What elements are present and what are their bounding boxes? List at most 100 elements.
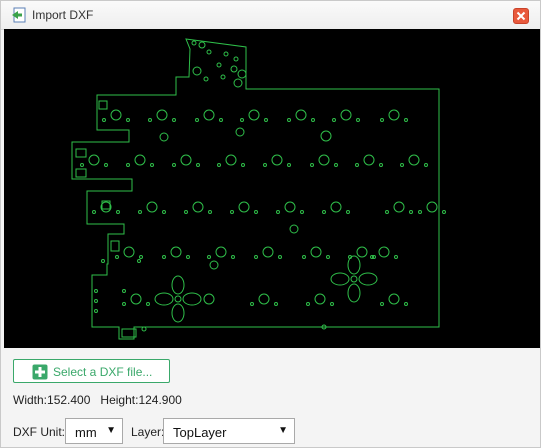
close-button[interactable] (513, 8, 529, 24)
dxf-hole (424, 163, 428, 167)
height-label: Height: (100, 393, 139, 407)
dxf-hole (203, 109, 215, 121)
dxf-hole (350, 275, 358, 283)
dxf-hole (388, 293, 400, 305)
dxf-hole (215, 246, 227, 258)
dxf-hole (146, 201, 158, 213)
dxf-hole (174, 295, 182, 303)
dxf-hole (248, 109, 260, 121)
dxf-hole (203, 293, 215, 305)
dxf-hole (150, 163, 154, 167)
close-icon (516, 11, 526, 21)
dxf-hole (393, 201, 405, 213)
dxf-hole (340, 109, 352, 121)
dxf-hole (263, 163, 267, 167)
dxf-hole (80, 163, 84, 167)
dxf-hole (418, 210, 422, 214)
dxf-hole (134, 154, 146, 166)
dxf-hole (231, 255, 235, 259)
dxf-unit-label: DXF Unit: (13, 425, 66, 439)
dxf-hole (219, 118, 223, 122)
dxf-hole (88, 154, 100, 166)
dxf-hole (162, 210, 166, 214)
dxf-hole (237, 69, 247, 79)
dxf-hole (137, 259, 141, 263)
dxf-hole (101, 259, 105, 263)
dxf-hole (122, 289, 126, 293)
dxf-preview-canvas (4, 29, 540, 348)
dxf-hole (278, 255, 282, 259)
dxf-hole (258, 293, 270, 305)
dxf-hole (356, 246, 368, 258)
dxf-hole (264, 118, 268, 122)
dxf-hole (203, 76, 209, 82)
dxf-hole (123, 246, 135, 258)
dxf-hole (192, 66, 202, 76)
select-dxf-file-button[interactable]: Select a DXF file... (13, 359, 170, 383)
dxf-hole (159, 132, 169, 142)
dxf-hole (162, 255, 166, 259)
dxf-unit-select[interactable]: mm ▼ (65, 418, 123, 444)
dxf-hole (139, 255, 143, 259)
dxf-hole (180, 154, 192, 166)
dxf-hole (233, 56, 239, 62)
dxf-hole (284, 201, 296, 213)
dxf-hole (196, 163, 200, 167)
dxf-hole (156, 109, 168, 121)
dxf-hole (326, 255, 330, 259)
dxf-hole (394, 255, 398, 259)
dxf-hole (102, 118, 106, 122)
dxf-hole (94, 299, 98, 303)
dxf-hole (240, 118, 244, 122)
dxf-hole (318, 154, 330, 166)
layer-select[interactable]: TopLayer ▼ (163, 418, 295, 444)
dxf-hole (116, 210, 120, 214)
dxf-hole (379, 163, 383, 167)
dxf-hole (104, 163, 108, 167)
dxf-hole (311, 118, 315, 122)
dxf-hole (409, 210, 413, 214)
dxf-hole (141, 326, 147, 332)
dxf-hole (262, 246, 274, 258)
board-outline (71, 38, 440, 340)
dxf-hole (223, 51, 229, 57)
dxf-hole (385, 210, 389, 214)
dxf-hole (184, 210, 188, 214)
dxf-hole (208, 210, 212, 214)
dxf-petal (171, 275, 185, 295)
dxf-hole (334, 163, 338, 167)
dxf-hole (306, 302, 310, 306)
dxf-hole (322, 210, 326, 214)
dxf-petal (171, 303, 185, 323)
dxf-hole (310, 163, 314, 167)
dxf-hole (217, 163, 221, 167)
dxf-hole (363, 154, 375, 166)
dxf-hole (330, 302, 334, 306)
dxf-hole (330, 201, 342, 213)
dxf-hole (216, 62, 222, 68)
dxf-hole (126, 163, 130, 167)
dxf-hole (233, 78, 243, 88)
dxf-unit-value: mm (75, 425, 97, 440)
dxf-hole (220, 74, 226, 80)
dxf-hole (115, 255, 119, 259)
dxf-hole (408, 154, 420, 166)
dxf-hole (287, 163, 291, 167)
dialog-title: Import DXF (32, 8, 94, 22)
dxf-hole (235, 127, 245, 137)
dxf-hole (209, 260, 219, 270)
dxf-hole (289, 224, 299, 234)
dxf-hole (346, 210, 350, 214)
dxf-hole (400, 163, 404, 167)
dxf-petal (330, 272, 350, 286)
select-dxf-file-label: Select a DXF file... (53, 365, 153, 379)
dxf-hole (122, 302, 126, 306)
dxf-hole (276, 210, 280, 214)
dxf-hole (225, 154, 237, 166)
dxf-hole (295, 109, 307, 121)
dxf-outline-drawing (71, 38, 446, 340)
dxf-hole (356, 118, 360, 122)
dxf-hole (146, 302, 150, 306)
dxf-hole (92, 210, 96, 214)
dxf-hole (110, 109, 122, 121)
